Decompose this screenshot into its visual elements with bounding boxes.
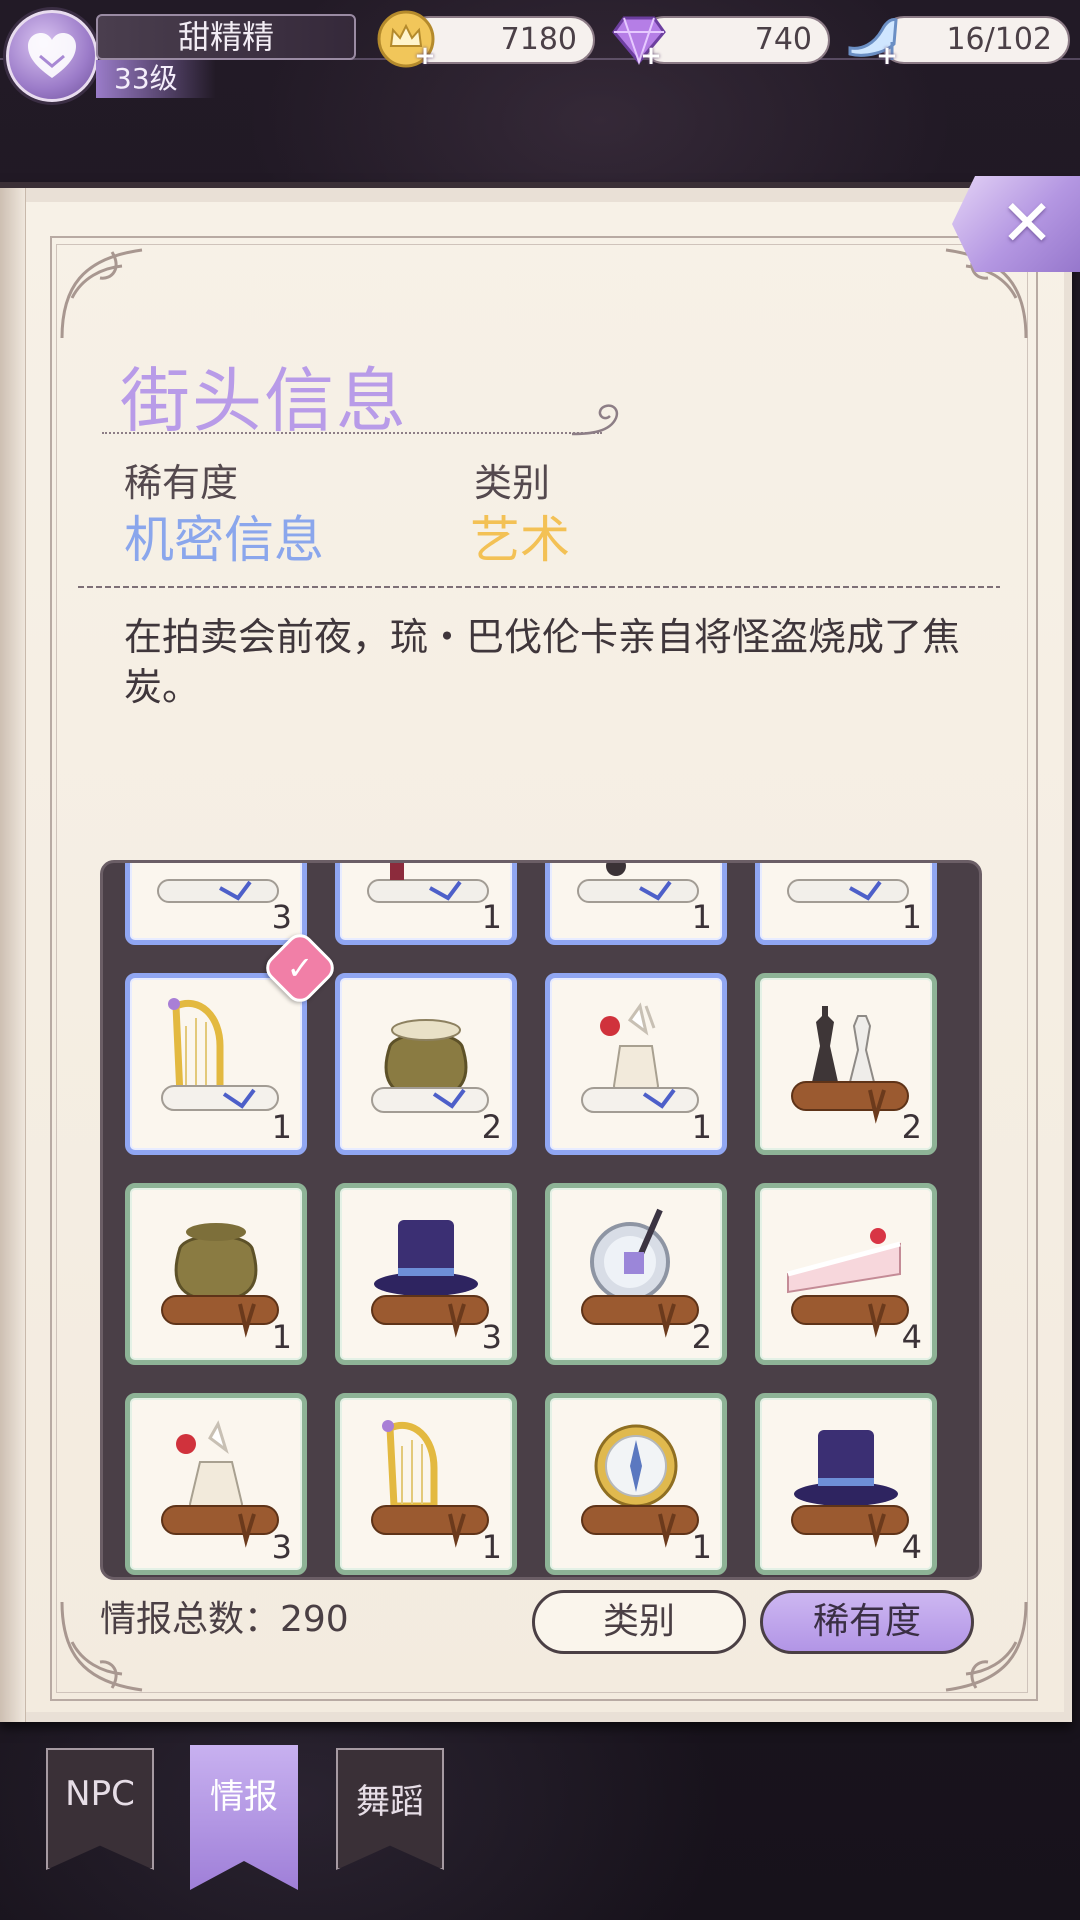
compass-icon <box>581 1424 699 1548</box>
grid-item-scroll[interactable]: 3 <box>125 863 307 945</box>
grid-item-harp[interactable]: 1 <box>125 973 307 1155</box>
item-count: 3 <box>271 898 292 936</box>
avatar[interactable] <box>6 10 98 102</box>
item-count: 4 <box>901 1528 922 1566</box>
grid-item-sack[interactable]: 1 <box>125 1183 307 1365</box>
item-count: 1 <box>481 1528 502 1566</box>
stamina-value: 16/102 <box>946 22 1052 57</box>
title-underline <box>102 432 602 434</box>
grid-item-cake[interactable]: 4 <box>755 1183 937 1365</box>
money-sack-icon <box>371 1019 489 1113</box>
sort-by-rarity-button[interactable]: 稀有度 <box>760 1590 974 1654</box>
item-count: 1 <box>481 898 502 936</box>
top-bar: 甜精精 33级 7180 + 740 + 16/102 + <box>0 0 1080 180</box>
cake-slice-icon <box>787 1228 909 1338</box>
grid-item-vase[interactable]: 3 <box>125 1393 307 1575</box>
close-icon: ✕ <box>1000 187 1054 261</box>
close-button[interactable]: ✕ <box>952 176 1080 272</box>
grid-item-harp[interactable]: 1 <box>335 1393 517 1575</box>
item-count: 1 <box>901 898 922 936</box>
item-count: 1 <box>271 1318 292 1356</box>
grid-item-compass[interactable]: 1 <box>545 1393 727 1575</box>
top-hat-icon <box>371 1220 489 1338</box>
rarity-value: 机密信息 <box>124 511 324 569</box>
money-sack-icon <box>161 1223 279 1338</box>
scroll-icon <box>787 879 909 903</box>
diamond-value: 740 <box>754 22 812 57</box>
player-level: 33级 <box>96 60 216 98</box>
grid-item-sack[interactable]: 2 <box>335 973 517 1155</box>
chess-pieces-icon <box>791 1006 909 1124</box>
add-coin-button[interactable]: + <box>414 43 436 69</box>
item-count: 1 <box>271 1108 292 1146</box>
flower-vase-icon <box>161 1420 279 1548</box>
grid-item-mirror-sword[interactable]: 2 <box>545 1183 727 1365</box>
swirl-icon <box>571 404 619 436</box>
coin-value: 7180 <box>500 22 577 57</box>
item-count: 4 <box>901 1318 922 1356</box>
grid-item-scroll[interactable]: 1 <box>335 863 517 945</box>
mirror-sword-icon <box>581 1208 699 1338</box>
top-hat-icon <box>791 1430 909 1548</box>
intel-total: 情报总数：290 <box>100 1599 349 1640</box>
item-count: 1 <box>691 898 712 936</box>
grid-item-top-hat[interactable]: 3 <box>335 1183 517 1365</box>
item-count: 3 <box>271 1528 292 1566</box>
item-title: 街头信息 <box>120 360 408 442</box>
item-count: 2 <box>901 1108 922 1146</box>
stamina-counter: 16/102 <box>880 16 1070 64</box>
add-stamina-button[interactable]: + <box>876 43 898 69</box>
grid-item-chess[interactable]: 2 <box>755 973 937 1155</box>
add-diamond-button[interactable]: + <box>640 43 662 69</box>
sort-by-category-button[interactable]: 类别 <box>532 1590 746 1654</box>
divider <box>78 586 1000 588</box>
grid-item-vase[interactable]: 1 <box>545 973 727 1155</box>
heart-hands-icon <box>28 33 76 78</box>
rarity-label: 稀有度 <box>124 461 239 505</box>
scroll-icon <box>367 863 489 903</box>
category-value: 艺术 <box>470 511 570 569</box>
category-label: 类别 <box>474 461 551 505</box>
harp-icon <box>161 998 279 1111</box>
grid-item-scroll[interactable]: 1 <box>755 863 937 945</box>
grid-item-scroll[interactable]: 1 <box>545 863 727 945</box>
item-description: 在拍卖会前夜，琉・巴伐伦卡亲自将怪盗烧成了焦炭。 <box>124 615 961 709</box>
item-count: 1 <box>691 1108 712 1146</box>
item-count: 2 <box>691 1318 712 1356</box>
checkmark-icon: ✓ <box>286 949 314 987</box>
item-count: 1 <box>691 1528 712 1566</box>
corner-flourish-icon <box>60 248 143 339</box>
book-spine <box>0 188 26 1722</box>
grid-item-top-hat[interactable]: 4 <box>755 1393 937 1575</box>
harp-icon <box>371 1420 489 1548</box>
scroll-icon <box>577 863 699 903</box>
scroll-icon <box>157 879 279 903</box>
item-count: 3 <box>481 1318 502 1356</box>
player-name: 甜精精 <box>96 14 356 60</box>
item-grid: 3 1 1 1 1 2 1 2 1 3 2 4 3 1 1 4 <box>100 860 982 1580</box>
item-count: 2 <box>481 1108 502 1146</box>
flower-vase-icon <box>581 1002 699 1113</box>
